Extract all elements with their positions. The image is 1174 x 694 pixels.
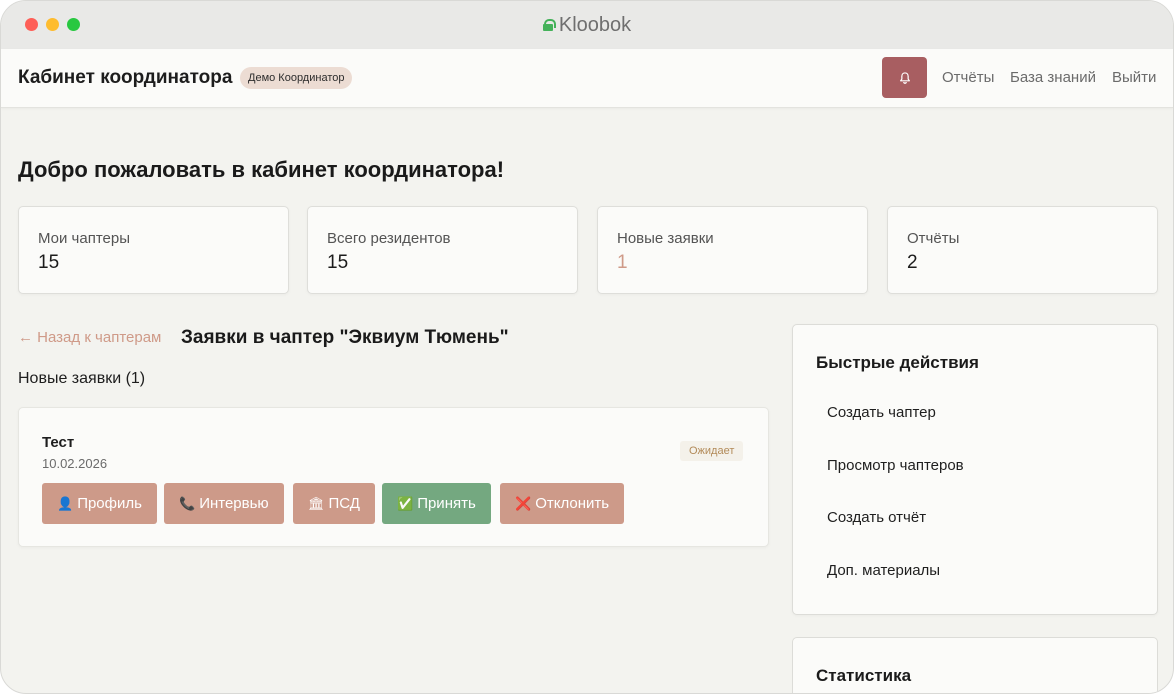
applications-title: Заявки в чаптер "Эквиум Тюмень" xyxy=(181,327,509,348)
stat-label: Новые заявки xyxy=(617,230,714,247)
nav-reports[interactable]: Отчёты xyxy=(942,69,994,86)
phone-icon: 📞 xyxy=(179,496,196,511)
check-icon: ✅ xyxy=(397,496,414,511)
notifications-button[interactable] xyxy=(882,57,927,98)
bell-icon xyxy=(899,71,910,84)
new-applications-subtitle: Новые заявки (1) xyxy=(18,370,146,387)
create-report-link[interactable]: Создать отчёт xyxy=(827,509,926,526)
application-date: 10.02.2026 xyxy=(42,456,108,471)
psd-button[interactable]: 🏛 ПСД xyxy=(293,483,375,524)
interview-button[interactable]: 📞 Интервью xyxy=(164,483,284,524)
stat-label: Отчёты xyxy=(907,230,960,247)
quick-actions-title: Быстрые действия xyxy=(816,353,979,372)
window-title: Kloobok xyxy=(542,13,632,37)
user-badge: Демо Координатор xyxy=(240,67,353,89)
stat-card-residents: Всего резидентов 15 xyxy=(307,206,578,294)
nav-logout[interactable]: Выйти xyxy=(1112,69,1156,86)
window-controls xyxy=(25,18,80,31)
create-chapter-link[interactable]: Создать чаптер xyxy=(827,404,936,421)
lock-icon xyxy=(542,19,556,31)
user-icon: 👤 xyxy=(57,496,74,511)
stat-card-chapters: Мои чаптеры 15 xyxy=(18,206,289,294)
stat-label: Мои чаптеры xyxy=(38,230,130,247)
profile-button-label: Профиль xyxy=(77,495,142,512)
stat-card-reports: Отчёты 2 xyxy=(887,206,1158,294)
welcome-heading: Добро пожаловать в кабинет координатора! xyxy=(18,157,505,182)
stat-label: Всего резидентов xyxy=(327,230,451,247)
back-to-chapters-link[interactable]: ← Назад к чаптерам xyxy=(18,329,161,346)
statistics-panel: Статистика xyxy=(792,637,1158,693)
close-window-button[interactable] xyxy=(25,18,38,31)
browser-window: Kloobok Кабинет координатора Демо Коорди… xyxy=(0,0,1174,694)
nav-knowledge-base[interactable]: База знаний xyxy=(1010,69,1096,86)
minimize-window-button[interactable] xyxy=(46,18,59,31)
app-header: Кабинет координатора Демо Координатор От… xyxy=(1,49,1173,108)
view-chapters-link[interactable]: Просмотр чаптеров xyxy=(827,457,964,474)
statistics-title: Статистика xyxy=(816,666,912,685)
cross-icon: ❌ xyxy=(515,496,532,511)
accept-button-label: Принять xyxy=(417,495,476,512)
status-badge: Ожидает xyxy=(680,441,744,461)
accept-button[interactable]: ✅ Принять xyxy=(382,483,491,524)
interview-button-label: Интервью xyxy=(199,495,269,512)
application-card: Тест 10.02.2026 Ожидает 👤 Профиль 📞 Инте… xyxy=(18,407,769,547)
reject-button-label: Отклонить xyxy=(535,495,610,512)
building-icon: 🏛 xyxy=(308,496,325,511)
zoom-window-button[interactable] xyxy=(67,18,80,31)
stat-value: 15 xyxy=(38,252,60,273)
reject-button[interactable]: ❌ Отклонить xyxy=(500,483,625,524)
stat-value: 15 xyxy=(327,252,349,273)
profile-button[interactable]: 👤 Профиль xyxy=(42,483,157,524)
quick-actions-panel: Быстрые действия Создать чаптер Просмотр… xyxy=(792,324,1158,615)
stat-card-new-applications: Новые заявки 1 xyxy=(597,206,868,294)
psd-button-label: ПСД xyxy=(328,495,360,512)
brand-title: Кабинет координатора xyxy=(18,67,233,88)
title-bar: Kloobok xyxy=(1,1,1173,49)
extra-materials-link[interactable]: Доп. материалы xyxy=(827,562,940,579)
window-title-text: Kloobok xyxy=(558,13,632,36)
applicant-name: Тест xyxy=(42,434,75,451)
stat-value: 2 xyxy=(907,252,918,273)
stat-value: 1 xyxy=(617,252,628,273)
